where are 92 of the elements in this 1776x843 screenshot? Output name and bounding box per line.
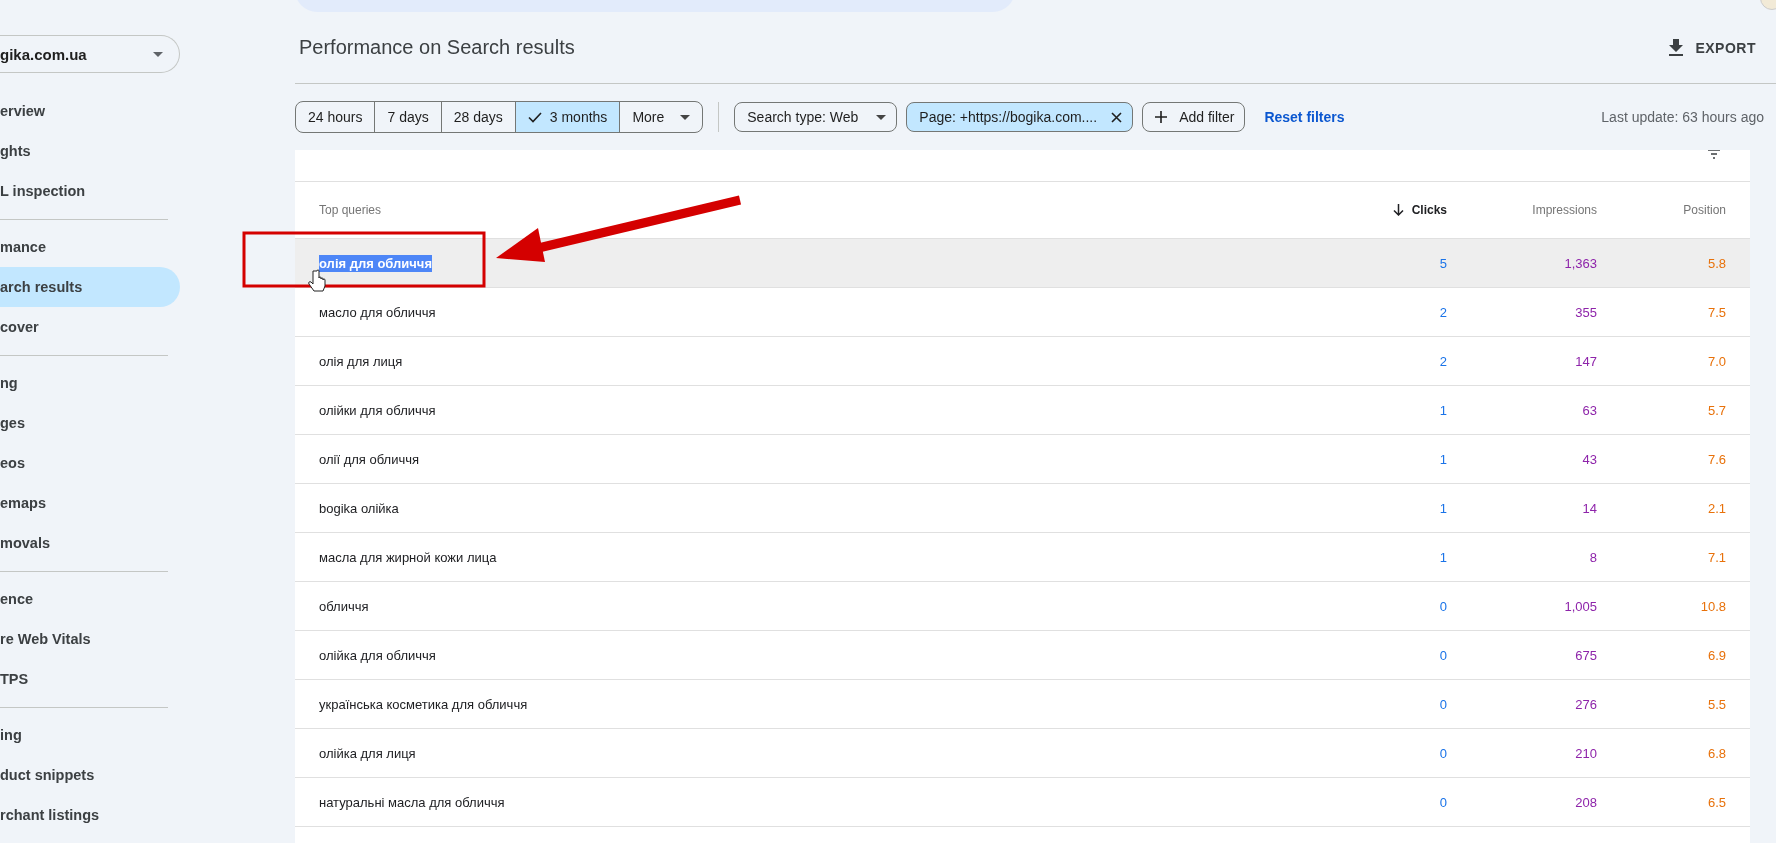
date-range-tab[interactable]: 3 months	[515, 102, 621, 132]
export-button[interactable]: EXPORT	[1669, 39, 1756, 56]
query-cell: масло для обличчя	[319, 303, 436, 321]
nav-item[interactable]: re Web Vitals	[0, 619, 180, 660]
nav-item[interactable]: L inspection	[0, 171, 180, 212]
more-dropdown[interactable]: More	[620, 102, 703, 132]
query-cell: українська косметика для обличчя	[319, 695, 528, 713]
clicks-cell-text: 5	[1438, 255, 1447, 271]
add-filter-button[interactable]: Add filter	[1142, 102, 1246, 132]
nav-item[interactable]: erview	[0, 91, 180, 132]
impressions-cell-text: 208	[1574, 794, 1597, 810]
impressions-cell-text: 1,005	[1563, 598, 1597, 614]
nav-item[interactable]: ghts	[0, 131, 180, 172]
impressions-cell-text: 8	[1588, 549, 1597, 565]
position-cell-text: 2.1	[1706, 500, 1726, 516]
query-cell: олійка для лиця	[319, 744, 416, 762]
clicks-cell-text: 0	[1438, 794, 1447, 810]
nav-item[interactable]: TPS	[0, 659, 180, 700]
query-cell: масла для жирной кожи лица	[319, 548, 497, 566]
impressions-cell-text: 63	[1581, 402, 1597, 418]
impressions-cell-text: 1,363	[1563, 255, 1597, 271]
clicks-cell-text: 1	[1438, 402, 1447, 418]
query-cell: олії для обличчя	[319, 450, 419, 468]
impressions-cell-text: 210	[1574, 745, 1597, 761]
nav-item[interactable]: eos	[0, 443, 180, 484]
page-title: Performance on Search results	[299, 36, 575, 59]
query-cell: олійка для обличчя	[319, 646, 436, 664]
clicks-cell-text: 0	[1438, 696, 1447, 712]
nav-item[interactable]: cover	[0, 307, 180, 348]
column-header[interactable]: Impressions	[1447, 203, 1597, 217]
date-range-tab[interactable]: 28 days	[441, 102, 516, 132]
query-cell: обличчя	[319, 597, 369, 615]
date-range-tab[interactable]: 7 days	[375, 102, 442, 132]
clicks-cell-text: 0	[1438, 745, 1447, 761]
filter-chip[interactable]: Page: +https://bogika.com....	[906, 102, 1134, 132]
dropdown-caret-icon	[680, 114, 691, 120]
table-row[interactable]: олія для обличчя 5 1,363 5.8	[295, 239, 1750, 288]
impressions-cell-text: 276	[1574, 696, 1597, 712]
query-cell: олія для обличчя	[319, 254, 432, 272]
nav-item[interactable]: rchant listings	[0, 795, 180, 835]
nav-item[interactable]: ng	[0, 363, 180, 404]
download-icon	[1669, 39, 1684, 56]
clicks-cell-text: 1	[1438, 549, 1447, 565]
clicks-cell-text: 1	[1438, 500, 1447, 516]
impressions-cell-text: 355	[1574, 304, 1597, 320]
query-cell: натуральні масла для обличчя	[319, 793, 505, 811]
column-header[interactable]: Clicks	[1287, 203, 1447, 217]
nav-item[interactable]: duct snippets	[0, 755, 180, 795]
impressions-cell-text: 675	[1574, 647, 1597, 663]
clicks-cell-text: 2	[1438, 304, 1447, 320]
close-icon	[1111, 111, 1123, 123]
impressions-cell-text: 43	[1581, 451, 1597, 467]
sort-down-icon	[1392, 204, 1404, 216]
dropdown-caret-icon	[876, 114, 887, 120]
query-cell: олійки для обличчя	[319, 401, 436, 419]
impressions-cell-text: 14	[1581, 500, 1597, 516]
nav-item[interactable]: ges	[0, 403, 180, 444]
column-header[interactable]: Position	[1597, 203, 1726, 217]
reset-filters-link[interactable]: Reset filters	[1264, 109, 1345, 125]
impressions-cell-text: 147	[1574, 353, 1597, 369]
column-header[interactable]: Top queries	[319, 203, 1287, 217]
position-cell-text: 6.8	[1706, 745, 1726, 761]
position-cell-text: 6.5	[1706, 794, 1726, 810]
plus-icon	[1155, 111, 1168, 123]
clicks-cell-text: 0	[1438, 647, 1447, 663]
position-cell-text: 5.5	[1706, 696, 1726, 712]
date-range-tab[interactable]: 24 hours	[296, 102, 376, 132]
filter-chip[interactable]: Search type: Web	[734, 102, 898, 132]
nav-item[interactable]: emaps	[0, 483, 180, 524]
position-cell-text: 7.0	[1706, 353, 1726, 369]
position-cell-text: 7.1	[1706, 549, 1726, 565]
nav-item[interactable]: ing	[0, 715, 180, 755]
position-cell-text: 7.5	[1706, 304, 1726, 320]
query-cell: олія для лиця	[319, 352, 403, 370]
clicks-cell-text: 1	[1438, 451, 1447, 467]
dropdown-caret-icon	[153, 51, 163, 57]
filter-icon[interactable]	[1708, 150, 1720, 159]
nav-item[interactable]: ence	[0, 579, 180, 620]
nav-item[interactable]: mance	[0, 227, 180, 268]
check-icon	[527, 111, 542, 123]
clicks-cell-text: 2	[1438, 353, 1447, 369]
nav-item[interactable]: movals	[0, 523, 180, 564]
nav-item[interactable]: arch results	[0, 267, 180, 308]
hand-cursor-icon	[308, 269, 326, 292]
position-cell-text: 10.8	[1699, 598, 1726, 614]
position-cell-text: 5.7	[1706, 402, 1726, 418]
position-cell-text: 7.6	[1706, 451, 1726, 467]
clicks-cell-text: 0	[1438, 598, 1447, 614]
position-cell-text: 5.8	[1706, 255, 1726, 271]
query-cell: bogika олійка	[319, 499, 399, 517]
last-update-text: Last update: 63 hours ago	[1601, 109, 1764, 125]
position-cell-text: 6.9	[1706, 647, 1726, 663]
